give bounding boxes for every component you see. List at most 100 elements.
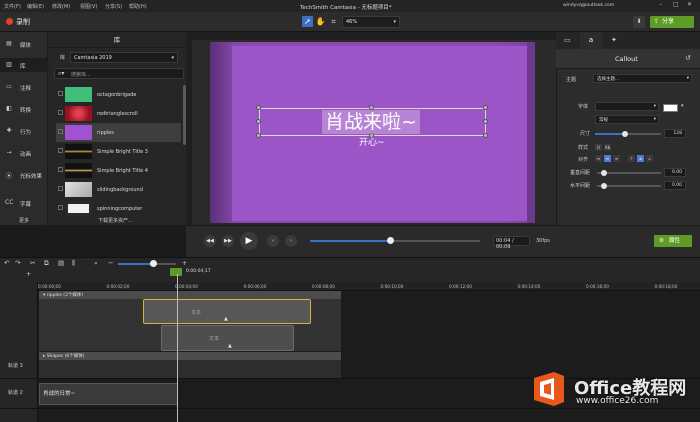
size-input[interactable]: 128 [664, 129, 686, 138]
minimize-icon[interactable]: – [659, 1, 662, 8]
close-icon[interactable]: ✕ [687, 1, 692, 8]
tool-captions[interactable]: CC 字幕 [0, 196, 48, 210]
asset-checkbox[interactable] [58, 110, 63, 115]
strikethrough-button[interactable]: Ab [604, 144, 611, 151]
library-asset[interactable]: Simple Bright Title 4 [56, 161, 181, 180]
zoom-out-icon[interactable]: − [108, 259, 113, 267]
tool-annotations[interactable]: ▭ 注释 [0, 80, 48, 94]
asset-thumbnail [65, 125, 92, 140]
copy-icon[interactable]: ⧉ [44, 259, 49, 268]
text-clip-selected[interactable]: 文本 ▲ [143, 299, 311, 324]
maximize-icon[interactable]: □ [673, 1, 679, 8]
valign-top-icon[interactable]: ⊤ [628, 155, 635, 162]
resize-handle[interactable] [256, 133, 261, 138]
asset-checkbox[interactable] [58, 91, 63, 96]
asset-checkbox[interactable] [58, 148, 63, 153]
zoom-search-icon[interactable]: ⌕ [94, 259, 98, 268]
split-icon[interactable]: ⫼ [72, 259, 75, 268]
resize-handle[interactable] [483, 119, 488, 124]
tool-transitions[interactable]: ◧ 转换 [0, 102, 48, 116]
size-slider-knob[interactable] [622, 131, 628, 137]
menu-file[interactable]: 文件(F) [4, 3, 21, 10]
tool-media[interactable]: ▤ 媒体 [0, 37, 48, 51]
step-forward-icon[interactable]: ▶▶ [222, 235, 234, 247]
more-tools-button[interactable]: 更多 [19, 217, 29, 224]
align-left-icon[interactable]: ≡ [595, 155, 602, 162]
cut-icon[interactable]: ✂ [30, 259, 35, 267]
share-button[interactable]: ⇪ 分享 [650, 16, 694, 28]
library-asset[interactable]: redtrianglescroll [56, 104, 181, 123]
underline-button[interactable]: U [595, 144, 602, 151]
vertical-spacing-input[interactable]: 0.00 [664, 168, 686, 177]
group-ripples-header[interactable]: ▾ ripples (2个媒体) [39, 291, 341, 299]
resize-handle[interactable] [483, 133, 488, 138]
resize-handle[interactable] [256, 119, 261, 124]
font-style-dropdown[interactable]: 常规 ▾ [595, 115, 659, 124]
tool-animations[interactable]: → 动画 [0, 146, 48, 160]
step-back-icon[interactable]: ◀◀ [204, 235, 216, 247]
zoom-dropdown[interactable]: 46% ▾ [342, 16, 400, 28]
select-tool-icon[interactable]: ➚ [302, 16, 313, 27]
reset-icon[interactable]: ↺ [685, 54, 691, 62]
tool-library[interactable]: ▥ 库 [0, 58, 48, 72]
properties-button[interactable]: ⚙ 属性 [654, 235, 692, 247]
asset-checkbox[interactable] [58, 129, 63, 134]
zoom-in-icon[interactable]: + [182, 259, 187, 267]
theme-dropdown[interactable]: 选择主题... ▾ [593, 74, 692, 83]
playback-scrubber-knob[interactable] [386, 237, 394, 244]
library-asset[interactable]: spinningcomputer [56, 199, 181, 218]
align-right-icon[interactable]: ≡ [613, 155, 620, 162]
menu-modify[interactable]: 修改(M) [52, 3, 70, 10]
menu-view[interactable]: 视图(V) [80, 3, 97, 10]
record-icon[interactable] [6, 18, 13, 25]
resize-handle[interactable] [256, 105, 261, 110]
user-account[interactable]: windyvq@outlook.com [563, 3, 614, 8]
download-more-assets-link[interactable]: 下载更多资产... [98, 217, 133, 224]
play-icon[interactable]: ▶ [240, 232, 258, 250]
horizontal-spacing-knob[interactable] [601, 183, 607, 189]
font-color-picker[interactable] [663, 104, 678, 112]
next-frame-icon[interactable]: › [285, 235, 297, 247]
track-2-clip[interactable]: 肖战的日常~ [39, 383, 178, 405]
pan-tool-icon[interactable]: ✋ [315, 16, 326, 27]
asset-checkbox[interactable] [58, 205, 63, 210]
chevron-down-icon[interactable]: ▾ [681, 103, 684, 109]
menu-share[interactable]: 分享(S) [105, 3, 122, 10]
menu-help[interactable]: 帮助(H) [129, 3, 147, 10]
library-asset[interactable]: octagonbrigade [56, 85, 181, 104]
align-center-icon[interactable]: ≡ [604, 155, 611, 162]
valign-bottom-icon[interactable]: ⊥ [646, 155, 653, 162]
playhead-handle[interactable] [170, 268, 182, 276]
horizontal-spacing-input[interactable]: 0.00 [664, 181, 686, 190]
record-button[interactable]: 录制 [16, 17, 30, 27]
download-icon[interactable]: ⬇ [633, 16, 645, 28]
callout-text[interactable]: 肖战来啦~ [322, 110, 420, 134]
tab-annotation-properties[interactable]: ✦ [611, 36, 617, 44]
asset-checkbox[interactable] [58, 186, 63, 191]
menu-edit[interactable]: 编辑(E) [27, 3, 44, 10]
library-asset[interactable]: Simple Bright Title 3 [56, 142, 181, 161]
library-dropdown[interactable]: Camtasia 2019 ▾ [70, 52, 178, 63]
resize-handle[interactable] [483, 105, 488, 110]
library-search-input[interactable]: ⌕▾ 搜索库... [54, 68, 184, 79]
paste-icon[interactable]: ▤ [58, 259, 64, 267]
text-clip[interactable]: 文本 ▲ [161, 325, 294, 351]
vertical-spacing-knob[interactable] [601, 170, 607, 176]
group-shapes-header[interactable]: ▸ Shapes (6个媒体) [39, 352, 341, 360]
tab-text-properties[interactable]: a [580, 32, 602, 49]
valign-middle-icon[interactable]: ≑ [637, 155, 644, 162]
tool-cursor-effects[interactable]: ⦿ 光标效果 [0, 168, 48, 182]
library-asset[interactable]: ripples [56, 123, 181, 142]
font-dropdown[interactable]: ▾ [595, 102, 659, 111]
timeline-zoom-knob[interactable] [150, 260, 157, 267]
crop-tool-icon[interactable]: ⌗ [328, 16, 339, 27]
tool-behaviors[interactable]: ✚ 行为 [0, 124, 48, 138]
library-asset[interactable]: slidingbackground [56, 180, 181, 199]
asset-checkbox[interactable] [58, 167, 63, 172]
undo-icon[interactable]: ↶ [4, 259, 9, 267]
previous-frame-icon[interactable]: ‹ [267, 235, 279, 247]
sub-caption-text[interactable]: 开心~ [359, 135, 385, 148]
redo-icon[interactable]: ↷ [15, 259, 20, 267]
add-track-icon[interactable]: + [26, 270, 31, 278]
tab-visual-properties[interactable]: ▭ [564, 36, 571, 44]
